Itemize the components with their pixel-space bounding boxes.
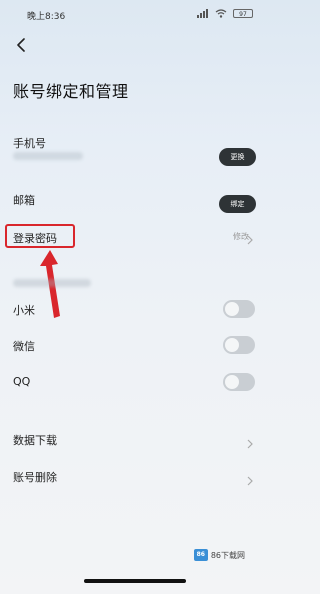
xiaomi-label: 小米 bbox=[13, 304, 35, 317]
section-header-blurred bbox=[13, 279, 91, 287]
wifi-icon bbox=[215, 9, 227, 18]
watermark-text: 86下载网 bbox=[210, 550, 245, 560]
chevron-right-icon bbox=[246, 434, 254, 449]
chevron-right-icon bbox=[246, 471, 254, 486]
page-title: 账号绑定和管理 bbox=[13, 82, 129, 101]
highlight-box bbox=[5, 224, 75, 248]
wechat-toggle[interactable] bbox=[223, 336, 255, 354]
change-phone-button[interactable]: 更换 bbox=[219, 148, 256, 166]
status-bar: 晚上8:36 97 bbox=[0, 0, 269, 26]
status-time: 晚上8:36 bbox=[27, 12, 66, 22]
email-label: 邮箱 bbox=[13, 194, 35, 207]
status-icons: 97 bbox=[197, 9, 253, 18]
data-download-label: 数据下载 bbox=[13, 434, 57, 447]
watermark: 86 86下载网 bbox=[193, 549, 245, 561]
chevron-left-icon bbox=[16, 37, 26, 56]
watermark-logo-icon: 86 bbox=[193, 549, 208, 561]
delete-account-label: 账号删除 bbox=[13, 471, 57, 484]
toggle-knob bbox=[225, 338, 239, 352]
toggle-knob bbox=[225, 302, 239, 316]
phone-label: 手机号 bbox=[13, 137, 46, 150]
wechat-label: 微信 bbox=[13, 340, 35, 353]
battery-icon: 97 bbox=[233, 9, 253, 18]
bind-email-button[interactable]: 绑定 bbox=[219, 195, 256, 213]
home-indicator[interactable] bbox=[84, 579, 186, 583]
qq-toggle[interactable] bbox=[223, 373, 255, 391]
chevron-right-icon bbox=[246, 230, 254, 245]
toggle-knob bbox=[225, 375, 239, 389]
back-button[interactable] bbox=[10, 35, 32, 57]
phone-number-blurred bbox=[13, 152, 83, 160]
xiaomi-toggle[interactable] bbox=[223, 300, 255, 318]
signal-icon bbox=[197, 9, 209, 18]
qq-label: QQ bbox=[13, 375, 31, 388]
